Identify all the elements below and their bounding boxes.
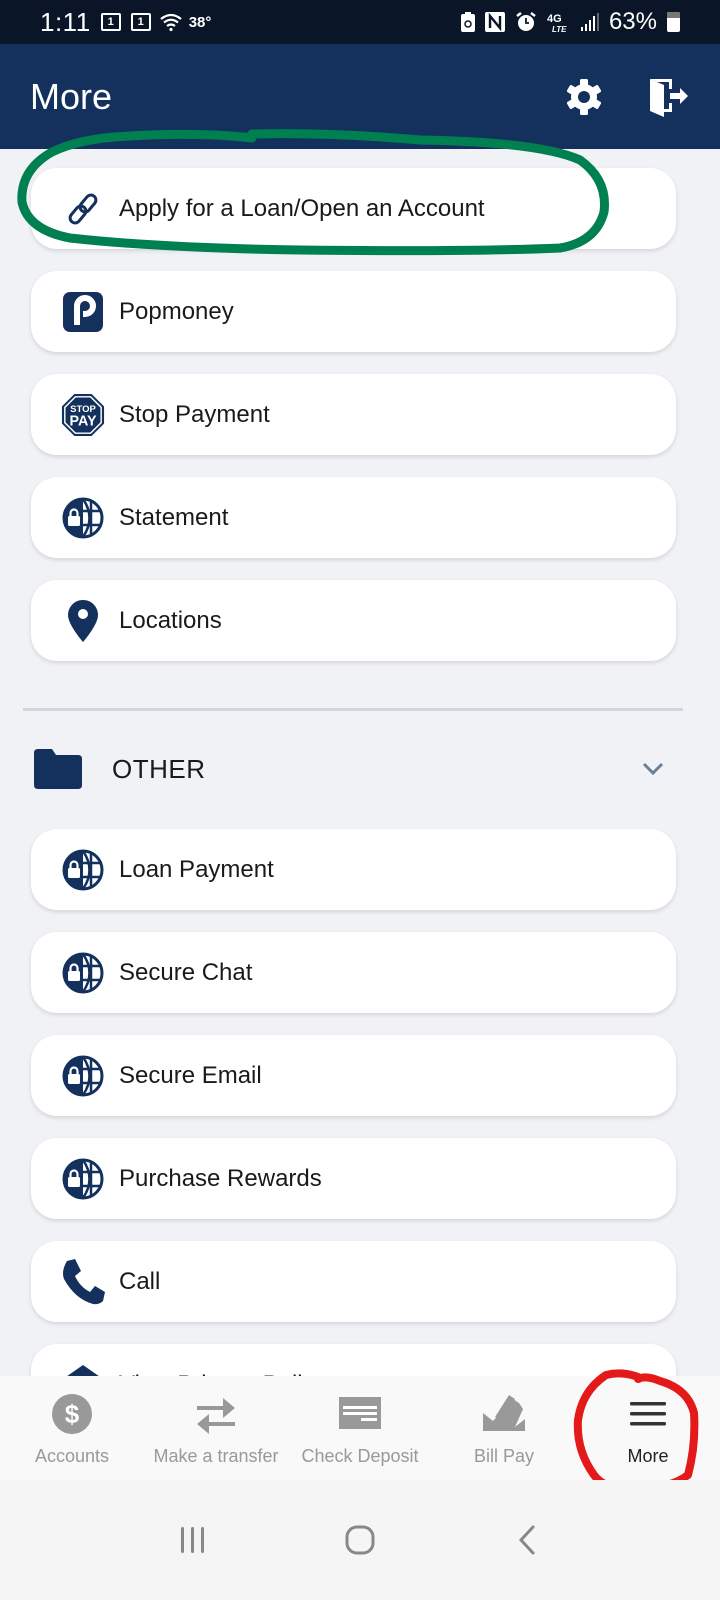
menu-item-label: Locations bbox=[119, 606, 222, 634]
menu-item-privacy-policy[interactable]: View Privacy Policy bbox=[31, 1344, 676, 1379]
menu-item-call[interactable]: Call bbox=[31, 1241, 676, 1322]
menu-item-purchase-rewards[interactable]: Purchase Rewards bbox=[31, 1138, 676, 1219]
transfer-arrows-icon bbox=[194, 1392, 238, 1436]
signal-icon bbox=[580, 13, 599, 31]
nav-label: More bbox=[627, 1446, 669, 1466]
menu-item-label: Stop Payment bbox=[119, 400, 270, 428]
bottom-nav-bar: $ Accounts Make a transfer Check Deposit… bbox=[0, 1376, 720, 1480]
menu-item-secure-email[interactable]: Secure Email bbox=[31, 1035, 676, 1116]
home-icon bbox=[345, 1525, 375, 1555]
menu-item-popmoney[interactable]: Popmoney bbox=[31, 271, 676, 352]
wifi-icon bbox=[160, 13, 182, 32]
menu-item-label: Secure Chat bbox=[119, 958, 253, 986]
notification-icon: 1 bbox=[100, 13, 121, 31]
back-chevron-icon bbox=[518, 1525, 535, 1555]
app-header: More bbox=[0, 44, 720, 149]
svg-text:PAY: PAY bbox=[69, 413, 97, 429]
recent-apps-button[interactable] bbox=[168, 1515, 218, 1565]
section-title: OTHER bbox=[112, 753, 206, 784]
menu-item-locations[interactable]: Locations bbox=[31, 580, 676, 661]
secure-globe-icon bbox=[61, 848, 105, 892]
nfc-icon bbox=[484, 12, 505, 32]
menu-item-label: Secure Email bbox=[119, 1061, 262, 1089]
settings-button[interactable] bbox=[562, 75, 606, 119]
secure-globe-icon bbox=[61, 1054, 105, 1098]
gear-icon bbox=[566, 78, 602, 115]
popmoney-icon bbox=[61, 290, 105, 334]
dollar-circle-icon: $ bbox=[50, 1392, 94, 1436]
more-menu-list: Apply for a Loan/Open an Account Popmone… bbox=[0, 149, 720, 1379]
menu-item-statement[interactable]: Statement bbox=[31, 477, 676, 558]
nav-bill-pay[interactable]: Bill Pay bbox=[432, 1376, 576, 1480]
svg-text:4G: 4G bbox=[547, 13, 562, 25]
secure-globe-icon bbox=[61, 496, 105, 540]
menu-item-label: Statement bbox=[119, 503, 229, 531]
nav-label: Bill Pay bbox=[473, 1446, 535, 1466]
menu-item-label: Call bbox=[119, 1267, 161, 1295]
chevron-down-icon[interactable] bbox=[640, 756, 666, 782]
svg-text:$: $ bbox=[65, 1399, 80, 1429]
menu-item-label: Purchase Rewards bbox=[119, 1164, 322, 1192]
network-4g-lte-icon: 4GLTE bbox=[547, 13, 567, 33]
status-time: 1:11 bbox=[40, 6, 91, 37]
link-icon bbox=[61, 187, 105, 231]
nav-label: Check Deposit bbox=[301, 1446, 419, 1466]
nav-label: Make a transfer bbox=[153, 1446, 279, 1466]
door-exit-icon bbox=[650, 78, 688, 117]
logout-button[interactable] bbox=[646, 75, 690, 119]
svg-text:LTE: LTE bbox=[552, 25, 567, 33]
recycle-battery-icon bbox=[460, 12, 475, 32]
nav-make-transfer[interactable]: Make a transfer bbox=[144, 1376, 288, 1480]
menu-item-label: Apply for a Loan/Open an Account bbox=[119, 194, 485, 222]
battery-percent: 63% bbox=[608, 8, 657, 35]
menu-item-stop-payment[interactable]: STOP PAY Stop Payment bbox=[31, 374, 676, 455]
check-icon bbox=[338, 1392, 382, 1436]
back-button[interactable] bbox=[502, 1515, 552, 1565]
page-title: More bbox=[30, 75, 113, 117]
nav-accounts[interactable]: $ Accounts bbox=[0, 1376, 144, 1480]
stop-pay-icon: STOP PAY bbox=[61, 393, 105, 437]
menu-item-apply-loan[interactable]: Apply for a Loan/Open an Account bbox=[31, 168, 676, 249]
map-pin-icon bbox=[61, 599, 105, 643]
menu-item-label: Popmoney bbox=[119, 297, 234, 325]
hamburger-icon bbox=[626, 1392, 670, 1436]
nav-check-deposit[interactable]: Check Deposit bbox=[288, 1376, 432, 1480]
nav-more[interactable]: More bbox=[576, 1376, 720, 1480]
system-navigation-bar bbox=[0, 1480, 720, 1600]
battery-icon bbox=[667, 12, 680, 32]
section-header-other[interactable]: OTHER bbox=[32, 739, 682, 799]
menu-item-label: Loan Payment bbox=[119, 855, 274, 883]
secure-globe-icon bbox=[61, 951, 105, 995]
folder-icon bbox=[34, 749, 82, 789]
nav-label: Accounts bbox=[34, 1446, 110, 1466]
recent-apps-icon bbox=[181, 1527, 205, 1553]
alarm-icon bbox=[516, 12, 536, 31]
notification-icon: 1 bbox=[130, 13, 151, 31]
menu-item-secure-chat[interactable]: Secure Chat bbox=[31, 932, 676, 1013]
menu-item-loan-payment[interactable]: Loan Payment bbox=[31, 829, 676, 910]
status-bar: 1:11 1 1 38° 4G LTE 63% bbox=[0, 0, 720, 44]
temperature: 38° bbox=[188, 13, 212, 31]
section-divider bbox=[23, 708, 683, 711]
home-button[interactable] bbox=[335, 1515, 385, 1565]
secure-globe-icon bbox=[61, 1157, 105, 1201]
phone-icon bbox=[61, 1258, 105, 1304]
bill-envelope-icon bbox=[482, 1392, 526, 1436]
